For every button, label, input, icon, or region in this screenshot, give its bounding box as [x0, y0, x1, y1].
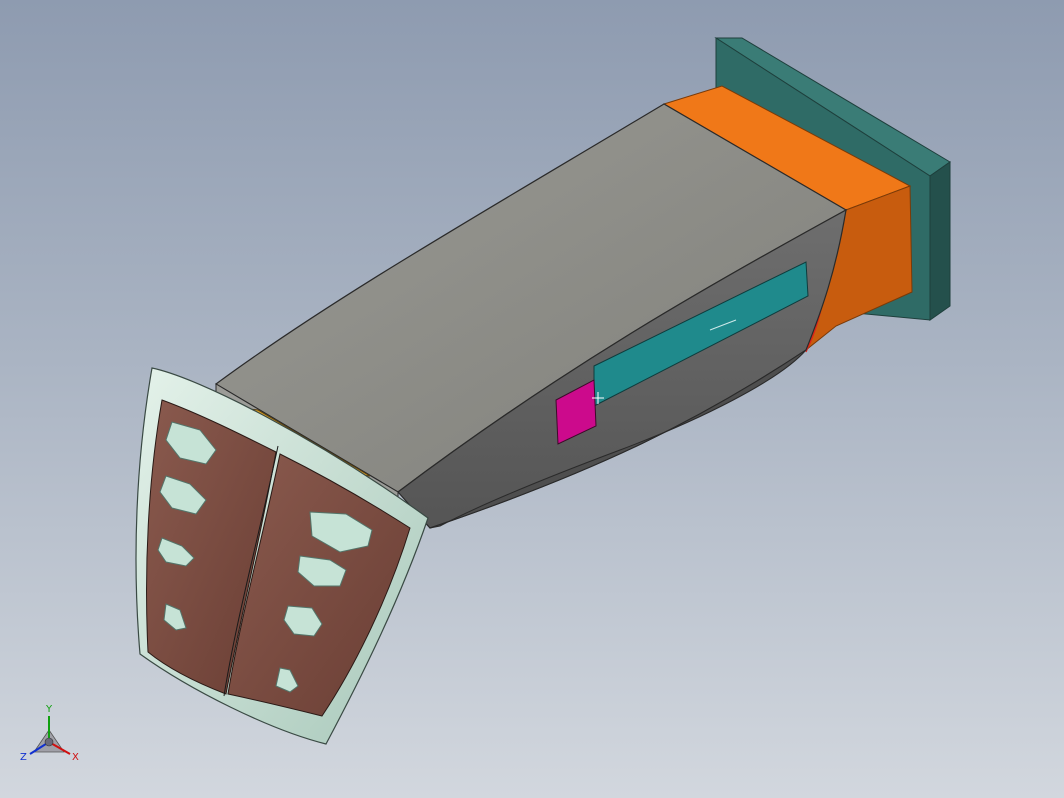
- axis-triad[interactable]: Y Z X: [14, 700, 84, 770]
- y-axis-label: Y: [45, 704, 53, 715]
- cad-3d-viewport[interactable]: Y Z X: [0, 0, 1064, 798]
- axis-triad-body: [29, 716, 71, 755]
- z-axis-label: Z: [20, 752, 27, 763]
- 3d-model-scene[interactable]: [0, 0, 1064, 798]
- x-axis-label: X: [72, 752, 79, 763]
